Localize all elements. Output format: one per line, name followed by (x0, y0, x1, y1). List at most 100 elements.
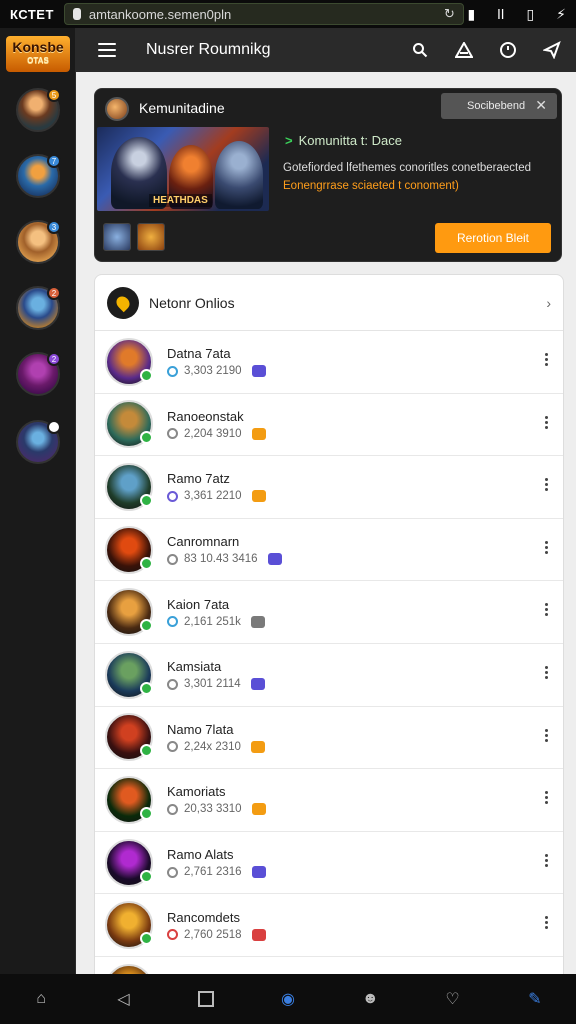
like-icon (167, 866, 178, 878)
member-avatar[interactable] (105, 337, 153, 386)
like-icon (167, 428, 178, 440)
more-options-icon[interactable] (545, 478, 549, 492)
rank-badge-icon (250, 678, 265, 691)
member-row[interactable]: Kaion 7ata 2,161 251k (95, 581, 563, 644)
member-avatar[interactable] (105, 650, 153, 699)
member-row[interactable]: Canromnarn 83 10.43 3416 (95, 519, 563, 582)
rank-badge-icon (251, 803, 266, 816)
clock-icon[interactable] (498, 40, 518, 60)
member-row[interactable]: Ranoeonstak 2,204 3910 (95, 394, 563, 457)
promo-action-button[interactable]: Rerotion Bleit (435, 223, 551, 253)
member-name: Ramo 7atz (167, 471, 230, 487)
game-icon[interactable]: ☻ (359, 988, 381, 1010)
member-row[interactable]: Kamoriats 20,33 3310 (95, 769, 563, 832)
back-icon[interactable]: ◁ (112, 988, 134, 1010)
member-avatar[interactable] (105, 588, 153, 637)
more-options-icon[interactable] (545, 916, 549, 930)
promo-thumbnail[interactable] (103, 223, 131, 251)
share-icon[interactable] (542, 40, 562, 60)
app-logo[interactable]: Konsbe OTAS (6, 36, 70, 72)
chevron-right-icon[interactable]: › (546, 295, 551, 311)
subscribed-chip[interactable]: Socibebend ✕ (441, 93, 557, 119)
member-row[interactable]: Datna 7ata 3,303 2190 (95, 331, 563, 394)
online-indicator-icon (140, 869, 153, 883)
wifi-icon: ⚡ (556, 5, 566, 22)
main-content: Kemunitadine Socibebend ✕ HEATHDAS > Kom… (76, 72, 576, 974)
member-stats: 20,33 3310 (184, 803, 242, 816)
url-text[interactable]: amtankoome.semen0pln (89, 7, 436, 22)
rank-badge-icon (251, 365, 266, 378)
member-row[interactable]: Kotmordanh (95, 957, 563, 974)
member-row[interactable]: Rancomdets 2,760 2518 (95, 894, 563, 957)
more-options-icon[interactable] (545, 603, 549, 617)
online-indicator-icon (140, 368, 153, 382)
member-row[interactable]: Ramo 7atz 3,361 2210 (95, 456, 563, 519)
member-stats: 83 10.43 3416 (184, 553, 258, 566)
bottom-navigation: ⌂ ◁ ◉ ☻ ♡ ✎ (0, 974, 576, 1024)
square-icon[interactable] (195, 988, 217, 1010)
members-online-title: Netonr Onlios (149, 294, 235, 311)
close-icon[interactable]: ✕ (535, 97, 547, 114)
rail-avatar[interactable]: 3 (16, 220, 61, 264)
more-options-icon[interactable] (545, 665, 549, 679)
member-row[interactable]: Kamsiata 3,301 2114 (95, 644, 563, 707)
member-avatar[interactable] (105, 775, 153, 824)
home-icon[interactable]: ⌂ (30, 988, 52, 1010)
rail-avatar[interactable] (16, 420, 61, 464)
promo-banner-image[interactable]: HEATHDAS (97, 127, 269, 211)
online-indicator-icon (140, 556, 153, 570)
promo-desc-line2: Eonengrrase sciaeted t conoment) (283, 180, 459, 192)
member-name: Canromnarn (167, 534, 240, 550)
online-indicator-icon (140, 744, 153, 758)
member-avatar[interactable] (105, 838, 153, 887)
member-avatar[interactable] (105, 400, 153, 449)
member-avatar[interactable] (105, 963, 153, 974)
community-promo-card: Kemunitadine Socibebend ✕ HEATHDAS > Kom… (94, 88, 562, 262)
more-options-icon[interactable] (545, 353, 549, 366)
search-icon[interactable] (410, 40, 430, 60)
app-bar: Nusrer Roumnikg (76, 28, 576, 72)
member-avatar[interactable] (105, 713, 153, 762)
member-avatar[interactable] (105, 462, 153, 511)
member-stats: 3,361 2210 (184, 490, 242, 503)
rail-avatar[interactable]: 5 (16, 88, 61, 132)
member-row[interactable]: Ramo Alats 2,761 2316 (95, 832, 563, 895)
activity-icon[interactable]: ◉ (277, 988, 299, 1010)
member-list: Datna 7ata 3,303 2190 Ranoeonstak 2,204 … (95, 331, 563, 974)
wrench-icon[interactable]: ✎ (524, 988, 546, 1010)
member-avatar[interactable] (105, 525, 153, 574)
promo-thumbnail[interactable] (137, 223, 165, 251)
member-stats: 2,760 2518 (184, 928, 242, 941)
rail-avatar[interactable]: 2 (16, 286, 61, 330)
members-online-header[interactable]: Netonr Onlios › (95, 275, 563, 331)
member-name: Kaion 7ata (167, 596, 230, 612)
more-options-icon[interactable] (545, 728, 549, 742)
menu-icon[interactable] (98, 43, 116, 57)
like-icon (167, 741, 178, 753)
member-name: Kamoriats (167, 784, 226, 800)
member-name: Kamsiata (167, 659, 222, 675)
promo-avatar[interactable] (105, 97, 129, 121)
heart-icon[interactable]: ♡ (442, 988, 464, 1010)
like-icon (167, 553, 178, 565)
member-meta: 20,33 3310 (167, 803, 266, 816)
lock-icon (72, 8, 81, 20)
logo-text: Konsbe (12, 39, 64, 55)
member-avatar[interactable] (105, 901, 153, 950)
member-row[interactable]: Namo 7lata 2,24x 2310 (95, 707, 563, 770)
status-icons: ▮ ǀǀ ▯ ⚡ (467, 6, 566, 23)
more-options-icon[interactable] (545, 853, 549, 867)
rail-avatar[interactable]: 7 (16, 154, 61, 198)
promo-desc-line1: Gotefiorded lfethemes conoritles conetbe… (283, 162, 532, 174)
rank-badge-icon (250, 615, 265, 628)
member-name: Datna 7ata (167, 346, 231, 362)
shield-icon[interactable] (454, 40, 474, 60)
rail-avatar[interactable]: 2 (16, 352, 61, 396)
logo-subtext: OTAS (27, 56, 49, 65)
refresh-icon[interactable]: ↻ (444, 6, 455, 22)
more-options-icon[interactable] (545, 540, 549, 554)
more-options-icon[interactable] (545, 415, 549, 429)
url-bar[interactable]: amtankoome.semen0pln ↻ (63, 3, 464, 25)
rail-badge: 2 (47, 352, 61, 366)
more-options-icon[interactable] (545, 791, 549, 805)
